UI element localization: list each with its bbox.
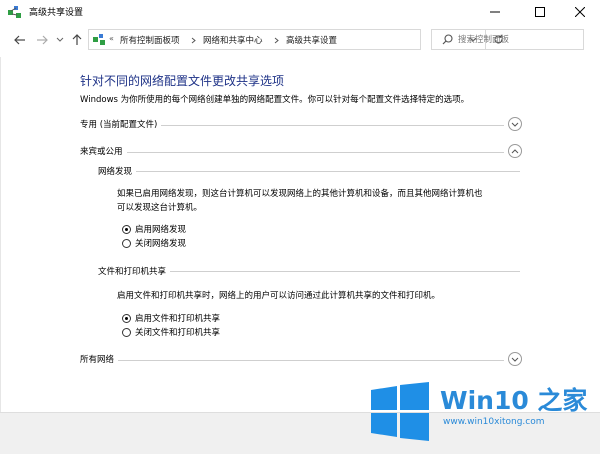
radio-button[interactable] xyxy=(122,238,131,248)
title-bar: 高级共享设置 xyxy=(0,0,600,24)
chevron-down-icon xyxy=(511,357,519,362)
chevron-down-icon xyxy=(511,122,519,127)
close-button[interactable] xyxy=(560,0,600,24)
window-title: 高级共享设置 xyxy=(29,8,84,18)
watermark-brand: Win10 之家 xyxy=(440,386,588,415)
main-content: 针对不同的网络配置文件更改共享选项 Windows 为你所使用的每个网络创建单独… xyxy=(0,56,600,412)
radio-disable-file-printer-sharing[interactable]: 关闭文件和打印机共享 xyxy=(122,326,220,338)
network-discovery-header: 网络发现 xyxy=(98,165,520,177)
back-button[interactable] xyxy=(12,32,28,48)
arrow-right-icon xyxy=(37,35,48,45)
maximize-button[interactable] xyxy=(520,0,560,24)
control-panel-icon xyxy=(93,34,105,45)
radio-label: 启用网络发现 xyxy=(135,225,187,235)
address-bar[interactable]: « 所有控制面板项 网络和共享中心 高级共享设置 xyxy=(88,29,503,50)
up-button[interactable] xyxy=(69,32,85,48)
search-input[interactable] xyxy=(458,31,578,48)
minimize-icon xyxy=(490,11,500,13)
file-printer-sharing-title: 文件和打印机共享 xyxy=(98,265,171,277)
file-printer-sharing-description: 启用文件和打印机共享时，网络上的用户可以访问通过此计算机共享的文件和打印机。 xyxy=(117,291,441,301)
radio-button[interactable] xyxy=(122,327,131,337)
radio-enable-network-discovery[interactable]: 启用网络发现 xyxy=(122,223,186,235)
profile-private-label: 专用 (当前配置文件) xyxy=(80,118,162,130)
search-box[interactable] xyxy=(431,29,584,50)
radio-button-selected[interactable] xyxy=(122,313,131,323)
watermark-url: www.win10xitong.com xyxy=(443,417,545,427)
profile-all-networks-label: 所有网络 xyxy=(80,353,119,365)
profile-guest-public-label: 来宾或公用 xyxy=(80,145,127,157)
file-printer-sharing-header: 文件和打印机共享 xyxy=(98,265,520,277)
network-discovery-description: 如果已启用网络发现，则这台计算机可以发现网络上的其他计算机和设备，而且其他网络计… xyxy=(117,187,517,215)
expand-private-button[interactable] xyxy=(508,117,522,131)
radio-enable-file-printer-sharing[interactable]: 启用文件和打印机共享 xyxy=(122,312,220,324)
radio-label: 关闭网络发现 xyxy=(135,239,187,249)
network-discovery-title: 网络发现 xyxy=(98,165,137,177)
chevron-up-icon xyxy=(511,148,519,153)
divider xyxy=(80,360,504,361)
collapse-guest-public-button[interactable] xyxy=(508,144,522,158)
minimize-button[interactable] xyxy=(475,0,515,24)
control-panel-window: 高级共享设置 « 所有控制面板项 网络和共享中心 高级共享设置 搜索控制面板 针… xyxy=(0,0,600,454)
close-icon xyxy=(575,7,585,17)
arrow-left-icon xyxy=(14,35,25,45)
chevron-right-icon xyxy=(274,37,279,44)
network-discovery-description-line: 如果已启用网络发现，则这台计算机可以发现网络上的其他计算机和设备，而且其他网络计… xyxy=(117,189,483,199)
network-discovery-description-line: 可以发现这台计算机。 xyxy=(117,203,203,213)
network-sharing-icon xyxy=(8,6,21,18)
divider xyxy=(98,171,520,172)
radio-label: 启用文件和打印机共享 xyxy=(135,314,221,324)
radio-button-selected[interactable] xyxy=(122,224,131,234)
page-description: Windows 为你所使用的每个网络创建单独的网络配置文件。你可以针对每个配置文… xyxy=(80,95,470,105)
breadcrumb-overflow[interactable]: « xyxy=(109,34,114,43)
profile-all-networks-header[interactable]: 所有网络 xyxy=(80,352,524,368)
recent-locations-button[interactable] xyxy=(52,32,68,48)
breadcrumb-item[interactable]: 网络和共享中心 xyxy=(203,34,263,46)
page-title: 针对不同的网络配置文件更改共享选项 xyxy=(80,74,285,88)
profile-guest-public-header[interactable]: 来宾或公用 xyxy=(80,144,524,160)
radio-disable-network-discovery[interactable]: 关闭网络发现 xyxy=(122,237,186,249)
navigation-bar: « 所有控制面板项 网络和共享中心 高级共享设置 xyxy=(0,24,600,56)
divider xyxy=(80,152,504,153)
chevron-down-icon xyxy=(56,37,64,42)
breadcrumb-item[interactable]: 高级共享设置 xyxy=(286,34,337,46)
search-icon xyxy=(442,34,453,45)
profile-private-header[interactable]: 专用 (当前配置文件) xyxy=(80,117,524,133)
arrow-up-icon xyxy=(72,34,82,45)
chevron-right-icon xyxy=(191,37,196,44)
breadcrumb-item[interactable]: 所有控制面板项 xyxy=(120,34,180,46)
expand-all-networks-button[interactable] xyxy=(508,352,522,366)
radio-label: 关闭文件和打印机共享 xyxy=(135,328,221,338)
windows-logo-icon xyxy=(371,382,429,441)
forward-button[interactable] xyxy=(34,32,50,48)
maximize-icon xyxy=(535,7,545,17)
